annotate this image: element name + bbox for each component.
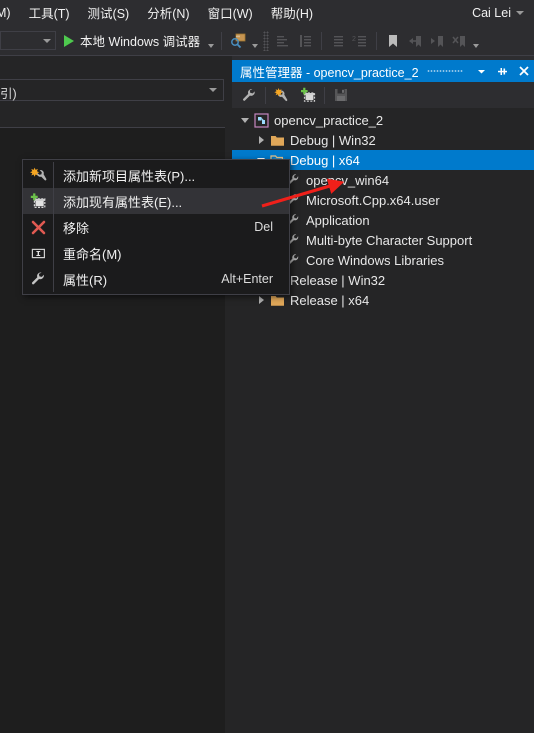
clear-bookmarks-icon[interactable] [448,30,470,52]
start-debugging-label: 本地 Windows 调试器 [80,35,201,49]
context-menu-gutter-line [53,162,54,188]
editor-top-strip [0,105,225,128]
context-menu-item-label: 添加新项目属性表(P)... [63,168,196,184]
svg-text:2: 2 [352,36,356,43]
tree-item-label: opencv_practice_2 [274,112,384,128]
tree-item-label: Debug | x64 [290,152,360,168]
tree-item-label: Application [306,212,370,228]
context-menu-item-label: 属性(R) [63,272,108,288]
tree-item[interactable]: Debug | Win32 [232,130,534,150]
add-new-project-property-sheet-icon[interactable] [269,83,295,107]
context-menu-item-label: 移除 [63,220,90,236]
add-existing-property-sheet-icon[interactable] [295,83,321,107]
menu-bar: M) 工具(T) 测试(S) 分析(N) 窗口(W) 帮助(H) Cai Lei [0,0,534,26]
tree-item-label: Debug | Win32 [290,132,376,148]
pin-icon[interactable] [492,60,513,82]
find-in-files-icon[interactable] [227,30,249,52]
bookmark-icon[interactable] [382,30,404,52]
menu-help[interactable]: 帮助(H) [262,0,322,26]
menu-analyze[interactable]: 分析(N) [138,0,198,26]
platform-combo[interactable] [0,31,56,50]
find-dropdown[interactable] [249,30,260,52]
outdent-icon[interactable] [272,30,294,52]
prev-bookmark-icon[interactable] [404,30,426,52]
navigation-bar-label: 引) [0,87,17,101]
toolbar-separator [376,31,378,50]
menu-partial[interactable]: M) [0,3,20,24]
tree-item-label: Release | Win32 [290,272,386,288]
context-menu-gutter-line [53,188,54,214]
menu-tools[interactable]: 工具(T) [20,0,79,26]
app-window: M) 工具(T) 测试(S) 分析(N) 窗口(W) 帮助(H) Cai Lei… [0,0,534,733]
menu-window[interactable]: 窗口(W) [199,0,262,26]
left-editor-pane: 引) [0,56,232,733]
tree-item-label: Core Windows Libraries [306,252,444,268]
toolbar-separator [221,31,223,50]
close-icon[interactable] [513,60,534,82]
page-title: 属性管理器 - opencv_practice_2 [240,65,419,80]
chevron-down-icon[interactable] [471,60,492,82]
play-icon [64,34,74,47]
context-menu-gutter-line [53,266,54,292]
rename-icon [23,240,53,266]
property-manager-toolbar [232,82,534,108]
property-manager-title-bar[interactable]: 属性管理器 - opencv_practice_2 [232,60,534,82]
chevron-right-icon[interactable] [254,130,268,150]
comment-icon[interactable] [327,30,349,52]
next-bookmark-icon[interactable] [426,30,448,52]
uncomment-icon[interactable]: 2 [349,30,371,52]
user-account-label: Cai Lei [472,6,511,20]
toolbar-separator [324,86,325,104]
add-existing-property-sheet-icon [23,188,53,214]
menu-test[interactable]: 测试(S) [79,0,139,26]
start-debugging-dropdown[interactable] [205,30,216,52]
wrench-icon [23,266,53,292]
toolbar-separator [265,86,266,104]
toolbar-overflow-icon[interactable] [470,30,481,52]
context-menu-item-label: 添加现有属性表(E)... [63,194,183,210]
folder-icon [268,130,287,150]
standard-toolbar: 本地 Windows 调试器 2 [0,26,534,56]
indent-icon[interactable] [294,30,316,52]
pane-splitter[interactable] [225,56,232,733]
context-menu-item-shortcut: Alt+Enter [221,272,273,286]
context-menu-item[interactable]: 重命名(M) [23,240,289,266]
user-account[interactable]: Cai Lei [472,6,534,20]
context-menu-item-label: 重命名(M) [63,246,122,262]
context-menu-item[interactable]: 添加新项目属性表(P)... [23,162,289,188]
navigation-bar-combo[interactable]: 引) [0,79,224,101]
context-menu-gutter-line [53,240,54,266]
new-property-sheet-icon [23,162,53,188]
tree-item-label: opencv_win64 [306,172,390,188]
tree-item[interactable]: opencv_practice_2 [232,110,534,130]
chevron-down-icon [516,11,524,15]
context-menu-item[interactable]: 添加现有属性表(E)... [23,188,289,214]
context-menu-item[interactable]: 移除 Del [23,214,289,240]
context-menu-item[interactable]: 属性(R) Alt+Enter [23,266,289,292]
tree-item-label: Release | x64 [290,292,370,308]
toolbar-grip[interactable] [263,30,270,51]
remove-x-icon [23,214,53,240]
chevron-down-icon[interactable] [238,110,252,130]
tree-item-label: Multi-byte Character Support [306,232,473,248]
context-menu[interactable]: 添加新项目属性表(P)... 添加现有属性表(E)... 移除 Del 重命名(M) 属性… [22,159,290,295]
save-icon[interactable] [328,83,354,107]
context-menu-gutter-line [53,214,54,240]
toolbar-separator [321,31,323,50]
chevron-down-icon [209,88,217,92]
tree-item-label: Microsoft.Cpp.x64.user [306,192,440,208]
project-icon [252,110,271,130]
chevron-down-icon [43,38,51,43]
start-debugging-button[interactable]: 本地 Windows 调试器 [56,30,205,52]
title-bar-drag-dots[interactable] [426,60,463,82]
context-menu-item-shortcut: Del [254,220,273,234]
properties-icon[interactable] [236,83,262,107]
